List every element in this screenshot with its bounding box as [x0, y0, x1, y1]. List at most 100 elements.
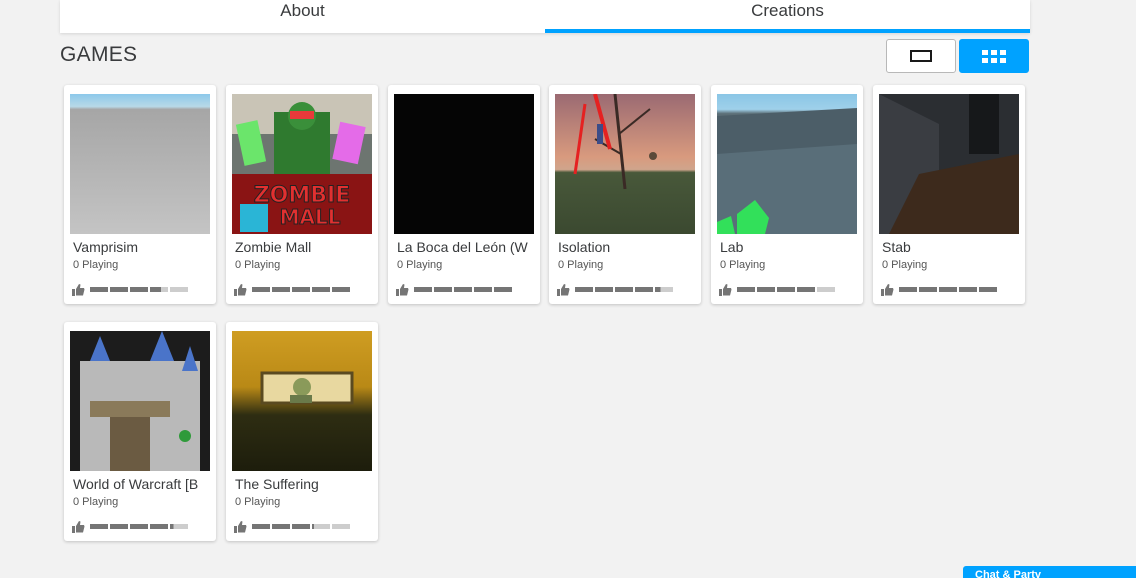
tab-creations[interactable]: Creations: [545, 0, 1030, 33]
vote-rating: [72, 520, 188, 533]
vote-bar: [737, 287, 835, 292]
vote-bar: [575, 287, 673, 292]
vote-segment: [797, 287, 815, 292]
single-view-button[interactable]: [886, 39, 956, 73]
game-thumbnail[interactable]: [555, 94, 695, 234]
thumbs-up-icon: [72, 521, 85, 533]
game-thumbnail[interactable]: ZOMBIE MALL: [232, 94, 372, 234]
vote-segment: [312, 287, 330, 292]
thumbs-up-icon: [719, 284, 732, 296]
section-title: GAMES: [60, 43, 138, 66]
vote-segment: [777, 287, 795, 292]
game-thumbnail[interactable]: [232, 331, 372, 471]
game-thumbnail[interactable]: [394, 94, 534, 234]
vote-segment: [292, 287, 310, 292]
vote-rating: [719, 283, 835, 296]
vote-segment: [979, 287, 997, 292]
vote-rating: [881, 283, 997, 296]
vote-segment: [655, 287, 673, 292]
game-card[interactable]: ZOMBIE MALL Zombie Mall 0 Playing: [226, 85, 378, 304]
player-count: 0 Playing: [235, 496, 281, 508]
game-name[interactable]: The Suffering: [235, 476, 371, 492]
vote-segment: [817, 287, 835, 292]
vote-segment: [414, 287, 432, 292]
game-name[interactable]: Stab: [882, 239, 1018, 255]
vote-segment: [615, 287, 633, 292]
thumbs-up-icon: [557, 284, 570, 296]
profile-tabs: About Creations: [60, 0, 1030, 33]
vote-segment: [959, 287, 977, 292]
vote-rating: [234, 283, 350, 296]
vote-segment: [575, 287, 593, 292]
player-count: 0 Playing: [882, 259, 928, 271]
player-count: 0 Playing: [397, 259, 443, 271]
vote-bar: [899, 287, 997, 292]
game-name[interactable]: Isolation: [558, 239, 694, 255]
game-thumbnail[interactable]: [717, 94, 857, 234]
vote-rating: [557, 283, 673, 296]
player-count: 0 Playing: [235, 259, 281, 271]
game-card[interactable]: Isolation 0 Playing: [549, 85, 701, 304]
vote-segment: [899, 287, 917, 292]
player-count: 0 Playing: [73, 496, 119, 508]
game-name[interactable]: Lab: [720, 239, 856, 255]
vote-segment: [494, 287, 512, 292]
vote-segment: [252, 287, 270, 292]
game-name[interactable]: La Boca del León (W: [397, 239, 533, 255]
player-count: 0 Playing: [73, 259, 119, 271]
vote-bar: [90, 524, 188, 529]
vote-bar: [252, 287, 350, 292]
tab-about[interactable]: About: [60, 0, 545, 33]
vote-bar: [90, 287, 188, 292]
game-card[interactable]: Vamprisim 0 Playing: [64, 85, 216, 304]
thumbs-up-icon: [234, 284, 247, 296]
vote-segment: [292, 524, 310, 529]
game-card[interactable]: Stab 0 Playing: [873, 85, 1025, 304]
vote-rating: [72, 283, 188, 296]
game-thumbnail[interactable]: [879, 94, 1019, 234]
grid-view-icon: [982, 49, 1006, 63]
chat-party-tab[interactable]: Chat & Party: [963, 566, 1136, 578]
game-card[interactable]: The Suffering 0 Playing: [226, 322, 378, 541]
vote-segment: [757, 287, 775, 292]
vote-bar: [414, 287, 512, 292]
thumbs-up-icon: [234, 521, 247, 533]
vote-segment: [635, 287, 653, 292]
vote-segment: [332, 287, 350, 292]
game-card[interactable]: Lab 0 Playing: [711, 85, 863, 304]
vote-segment: [130, 524, 148, 529]
game-thumbnail[interactable]: [70, 331, 210, 471]
vote-segment: [454, 287, 472, 292]
game-name[interactable]: Vamprisim: [73, 239, 209, 255]
vote-segment: [170, 524, 188, 529]
vote-segment: [110, 287, 128, 292]
vote-segment: [110, 524, 128, 529]
vote-segment: [170, 287, 188, 292]
thumbs-up-icon: [881, 284, 894, 296]
game-name[interactable]: Zombie Mall: [235, 239, 371, 255]
vote-rating: [234, 520, 350, 533]
thumbs-up-icon: [396, 284, 409, 296]
vote-segment: [150, 287, 168, 292]
vote-segment: [474, 287, 492, 292]
game-name[interactable]: World of Warcraft [B: [73, 476, 209, 492]
player-count: 0 Playing: [558, 259, 604, 271]
vote-segment: [939, 287, 957, 292]
vote-segment: [252, 524, 270, 529]
game-card[interactable]: World of Warcraft [B 0 Playing: [64, 322, 216, 541]
player-count: 0 Playing: [720, 259, 766, 271]
vote-segment: [312, 524, 330, 529]
svg-text:MALL: MALL: [280, 205, 341, 229]
vote-rating: [396, 283, 512, 296]
vote-segment: [130, 287, 148, 292]
game-thumbnail[interactable]: [70, 94, 210, 234]
vote-segment: [332, 524, 350, 529]
view-toggle: [886, 39, 1029, 73]
vote-segment: [737, 287, 755, 292]
grid-view-button[interactable]: [959, 39, 1029, 73]
vote-segment: [90, 524, 108, 529]
vote-bar: [252, 524, 350, 529]
vote-segment: [272, 524, 290, 529]
vote-segment: [919, 287, 937, 292]
game-card[interactable]: La Boca del León (W 0 Playing: [388, 85, 540, 304]
